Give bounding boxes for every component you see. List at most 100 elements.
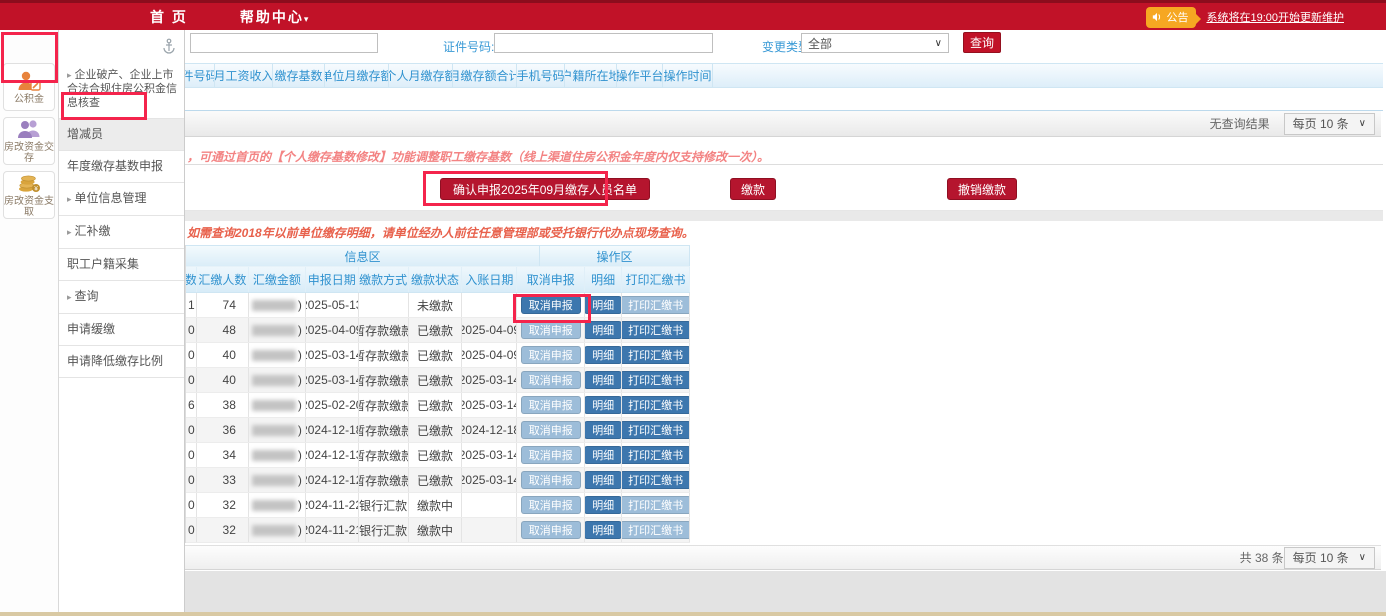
print-remittance-button[interactable]: 打印汇缴书 bbox=[622, 521, 690, 539]
sidebar-item-5[interactable]: ▸汇补缴 bbox=[59, 216, 184, 249]
table2-pagination: 共 38 条 每页 10 条 ∨ bbox=[185, 545, 1381, 570]
table-row: 040)2025-03-14暂存款缴款已缴款2025-04-09取消申报明细打印… bbox=[186, 343, 690, 368]
top-navigation: 首 页 帮助中心▾ bbox=[150, 3, 310, 30]
print-remittance-button[interactable]: 打印汇缴书 bbox=[622, 321, 690, 339]
anchor-icon[interactable] bbox=[162, 38, 176, 54]
cell-pay-method: 暂存款缴款 bbox=[359, 347, 409, 364]
sidebar-item-3[interactable]: 年度缴存基数申报 bbox=[59, 151, 184, 183]
search-input[interactable] bbox=[190, 33, 378, 53]
print-remittance-button[interactable]: 打印汇缴书 bbox=[622, 421, 690, 439]
nav-home[interactable]: 首 页 bbox=[150, 7, 188, 27]
app-window: 首 页 帮助中心▾ 公告 系统将在19:00开始更新维护 公积金房改资金交存¥房… bbox=[0, 0, 1386, 616]
cell-col1: 0 bbox=[188, 373, 195, 387]
print-remittance-button[interactable]: 打印汇缴书 bbox=[622, 296, 690, 314]
menu-item-label: 年度缴存基数申报 bbox=[67, 159, 163, 173]
print-remittance-button[interactable]: 打印汇缴书 bbox=[622, 371, 690, 389]
sidebar-item-9[interactable]: 申请降低缴存比例 bbox=[59, 346, 184, 378]
detail-button[interactable]: 明细 bbox=[585, 496, 622, 514]
id-number-label: 证件号码: bbox=[443, 38, 494, 55]
sidebar-module-3[interactable]: ¥房改资金支取 bbox=[3, 171, 55, 219]
detail-button[interactable]: 明细 bbox=[585, 521, 622, 539]
cancel-declare-button[interactable]: 取消申报 bbox=[521, 421, 581, 439]
table2-col-8: 取消申报 bbox=[517, 267, 585, 292]
chevron-down-icon: ∨ bbox=[935, 38, 942, 49]
cell-pay-method: 暂存款缴款 bbox=[359, 397, 409, 414]
cell-people-count: 48 bbox=[223, 323, 236, 337]
sidebar-item-7[interactable]: ▸查询 bbox=[59, 281, 184, 314]
page-size-select[interactable]: 每页 10 条 ∨ bbox=[1284, 113, 1375, 135]
redacted-amount bbox=[252, 500, 296, 511]
table1-col-6: 月缴存额合计 bbox=[453, 64, 517, 87]
cell-people-count: 74 bbox=[223, 298, 236, 312]
table2-body: 174)2025-05-13未缴款取消申报明细打印汇缴书048)2025-04-… bbox=[186, 293, 690, 543]
table2-col-6: 缴款状态 bbox=[409, 267, 463, 292]
sidebar-item-1[interactable]: ▸企业破产、企业上市合法合规住房公积金信息核查 bbox=[59, 60, 184, 119]
redacted-amount bbox=[252, 300, 296, 311]
change-type-select[interactable]: 全部 ∨ bbox=[801, 33, 949, 53]
cell-pay-status: 已缴款 bbox=[417, 322, 453, 339]
table-row: 032)2024-11-21银行汇款缴款中取消申报明细打印汇缴书 bbox=[186, 518, 690, 543]
sidebar-item-2[interactable]: 增减员 bbox=[59, 119, 184, 151]
cell-pay-method: 暂存款缴款 bbox=[359, 422, 409, 439]
cancel-declare-button[interactable]: 取消申报 bbox=[521, 496, 581, 514]
table-row: 048)2025-04-09暂存款缴款已缴款2025-04-09取消申报明细打印… bbox=[186, 318, 690, 343]
cell-pay-method: 银行汇款 bbox=[359, 497, 407, 514]
cancel-declare-button[interactable]: 取消申报 bbox=[521, 471, 581, 489]
detail-button[interactable]: 明细 bbox=[585, 471, 622, 489]
cell-declare-date: 2025-05-13 bbox=[306, 298, 359, 312]
maintenance-link[interactable]: 系统将在19:00开始更新维护 bbox=[1206, 9, 1344, 25]
print-remittance-button[interactable]: 打印汇缴书 bbox=[622, 496, 690, 514]
sidebar-module-1[interactable]: 公积金 bbox=[3, 63, 55, 111]
cell-declare-date: 2024-11-22 bbox=[306, 498, 359, 512]
page-size-value: 每页 10 条 bbox=[1293, 115, 1349, 132]
remittance-table: 信息区 操作区 数汇缴人数汇缴金额申报日期缴款方式缴款状态入账日期取消申报明细打… bbox=[185, 245, 690, 543]
cell-pay-status: 已缴款 bbox=[417, 447, 453, 464]
table-row: 638)2025-02-20暂存款缴款已缴款2025-03-14取消申报明细打印… bbox=[186, 393, 690, 418]
detail-button[interactable]: 明细 bbox=[585, 396, 622, 414]
cell-declare-date: 2024-12-12 bbox=[306, 473, 359, 487]
detail-button[interactable]: 明细 bbox=[585, 421, 622, 439]
cell-people-count: 32 bbox=[223, 523, 236, 537]
sidebar-item-4[interactable]: ▸单位信息管理 bbox=[59, 183, 184, 216]
confirm-declare-button[interactable]: 确认申报2025年09月缴存人员名单 bbox=[440, 178, 650, 200]
cell-entry-date: 2025-03-14 bbox=[462, 373, 517, 387]
menu-arrow-icon: ▸ bbox=[67, 227, 72, 237]
detail-button[interactable]: 明细 bbox=[585, 446, 622, 464]
sidebar-item-8[interactable]: 申请缓缴 bbox=[59, 314, 184, 346]
redacted-amount bbox=[252, 400, 296, 411]
detail-button[interactable]: 明细 bbox=[585, 346, 622, 364]
id-number-input[interactable] bbox=[494, 33, 713, 53]
cancel-declare-button[interactable]: 取消申报 bbox=[521, 346, 581, 364]
cancel-declare-button[interactable]: 取消申报 bbox=[521, 321, 581, 339]
query-button[interactable]: 查询 bbox=[963, 32, 1001, 53]
nav-help-center[interactable]: 帮助中心▾ bbox=[240, 7, 311, 27]
cell-people-count: 32 bbox=[223, 498, 236, 512]
cell-pay-method: 暂存款缴款 bbox=[359, 447, 409, 464]
cancel-declare-button[interactable]: 取消申报 bbox=[521, 371, 581, 389]
sidebar-module-2[interactable]: 房改资金交存 bbox=[3, 117, 55, 165]
detail-button[interactable]: 明细 bbox=[585, 321, 622, 339]
menu-item-label: 企业破产、企业上市合法合规住房公积金信息核查 bbox=[67, 69, 177, 109]
print-remittance-button[interactable]: 打印汇缴书 bbox=[622, 396, 690, 414]
change-type-value: 全部 bbox=[808, 35, 832, 52]
detail-button[interactable]: 明细 bbox=[585, 371, 622, 389]
cancel-declare-button[interactable]: 取消申报 bbox=[521, 446, 581, 464]
cancel-declare-button[interactable]: 取消申报 bbox=[521, 296, 581, 314]
menu-list: ▸企业破产、企业上市合法合规住房公积金信息核查增减员年度缴存基数申报▸单位信息管… bbox=[59, 60, 184, 378]
table-row: 174)2025-05-13未缴款取消申报明细打印汇缴书 bbox=[186, 293, 690, 318]
cancel-declare-button[interactable]: 取消申报 bbox=[521, 521, 581, 539]
pay-button[interactable]: 缴款 bbox=[730, 178, 776, 200]
page-size-value: 每页 10 条 bbox=[1293, 549, 1349, 566]
cancel-pay-button[interactable]: 撤销缴款 bbox=[947, 178, 1017, 200]
svg-text:¥: ¥ bbox=[34, 186, 38, 193]
print-remittance-button[interactable]: 打印汇缴书 bbox=[622, 471, 690, 489]
detail-button[interactable]: 明细 bbox=[585, 296, 622, 314]
caret-down-icon: ▾ bbox=[304, 14, 311, 24]
cell-pay-method: 银行汇款 bbox=[359, 522, 407, 539]
page-size-select[interactable]: 每页 10 条 ∨ bbox=[1284, 547, 1375, 569]
sidebar-item-6[interactable]: 职工户籍采集 bbox=[59, 249, 184, 281]
print-remittance-button[interactable]: 打印汇缴书 bbox=[622, 446, 690, 464]
cancel-declare-button[interactable]: 取消申报 bbox=[521, 396, 581, 414]
amount-suffix: ) bbox=[298, 473, 302, 487]
print-remittance-button[interactable]: 打印汇缴书 bbox=[622, 346, 690, 364]
